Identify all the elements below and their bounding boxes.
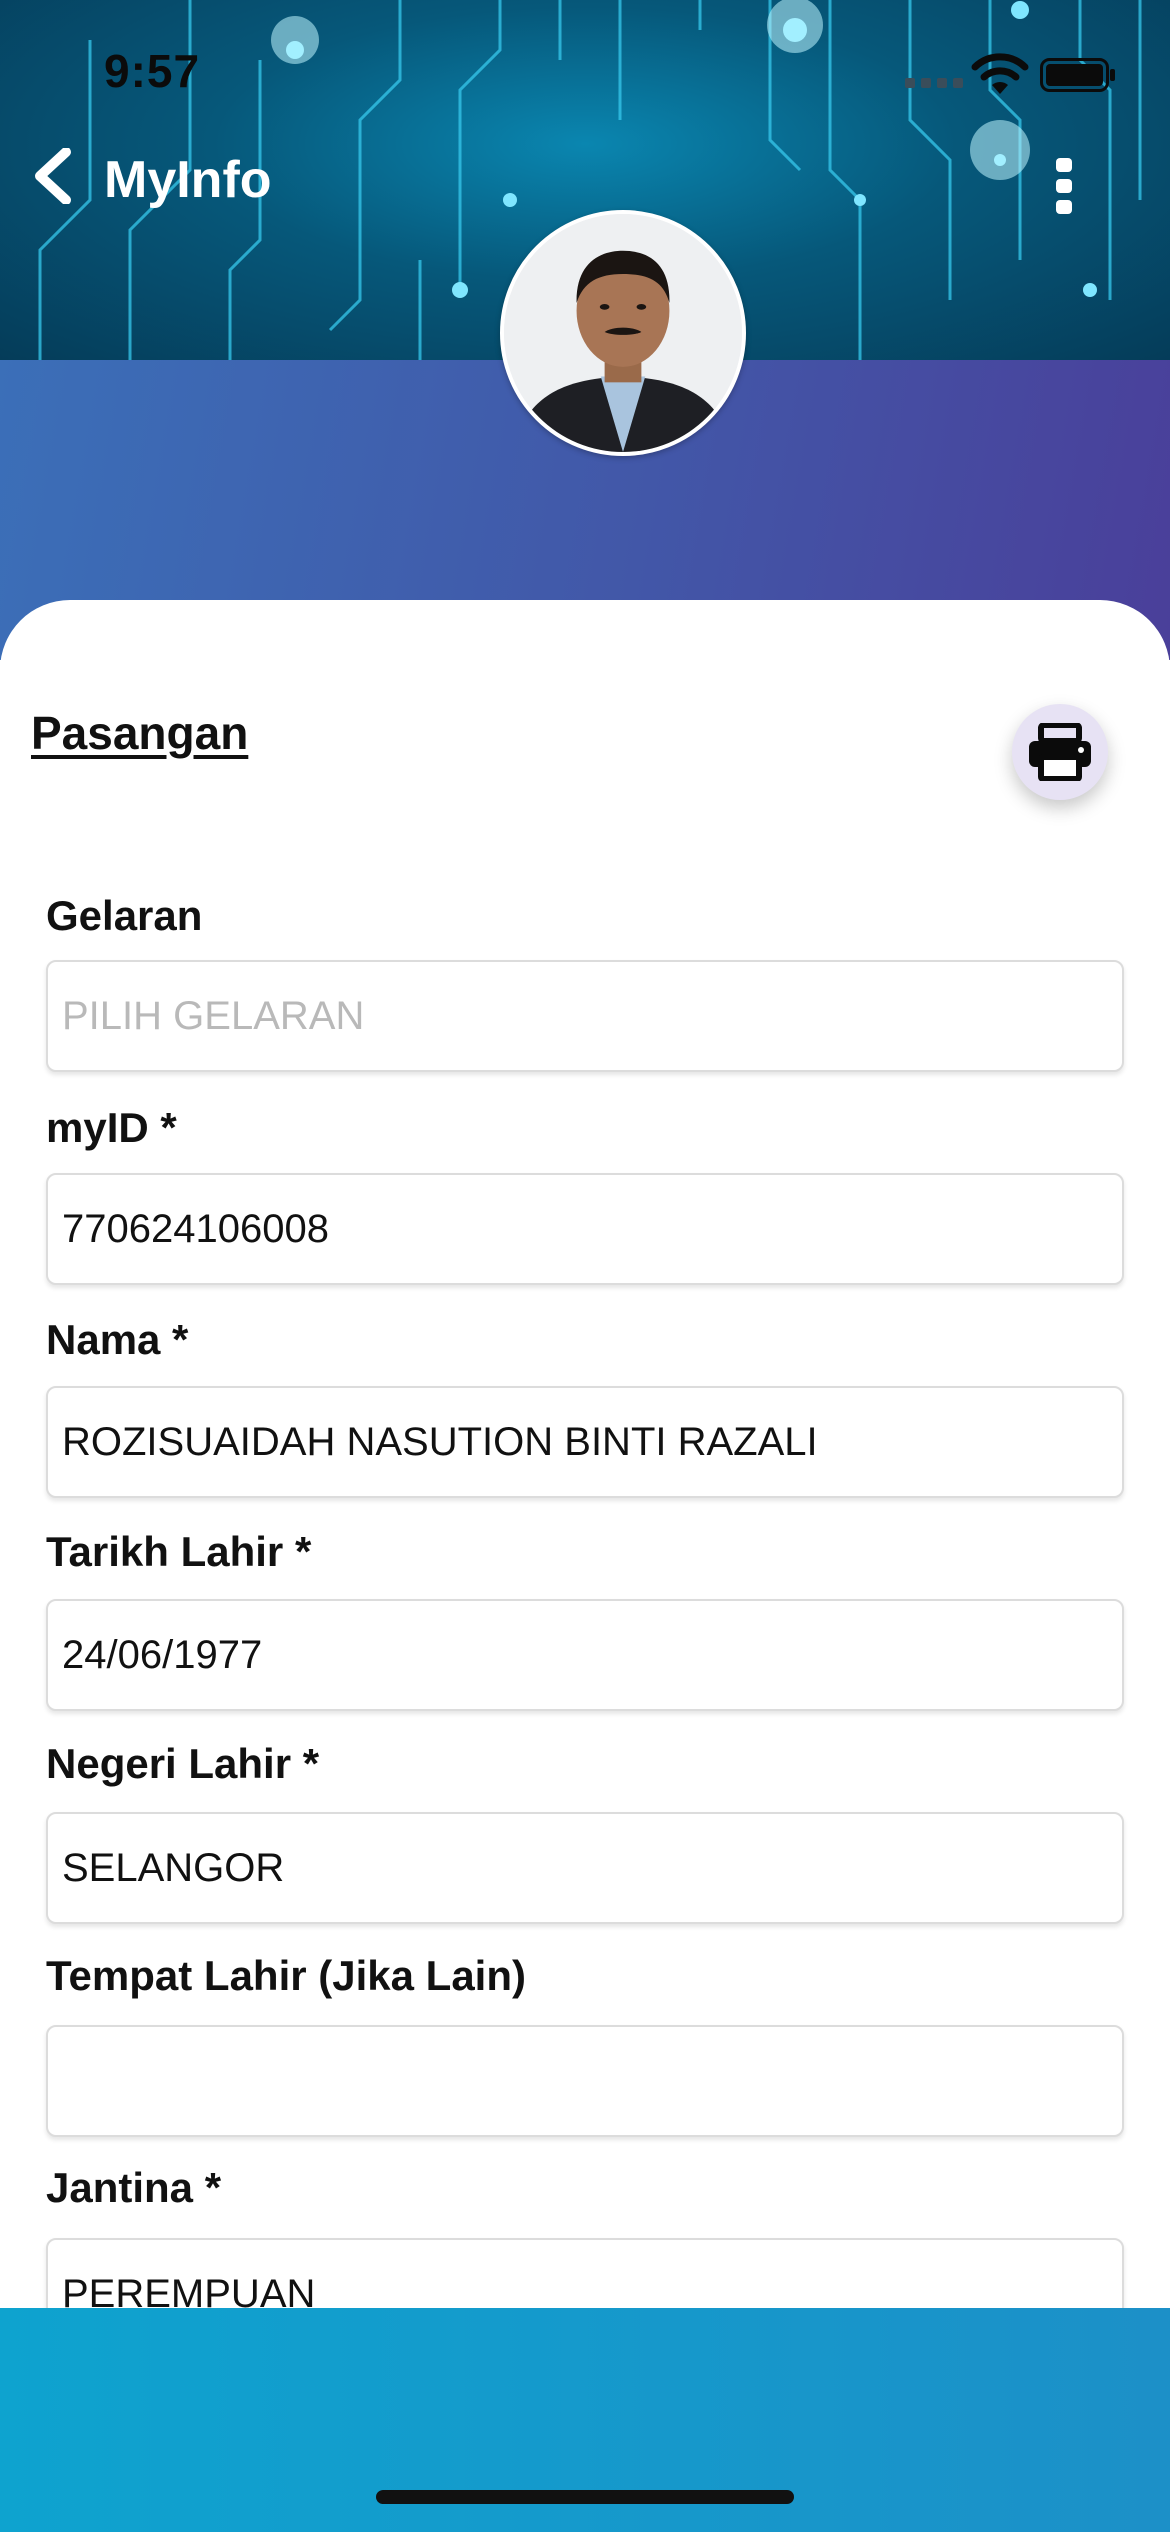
page-title: MyInfo — [104, 151, 272, 209]
tempat-lahir-label: Tempat Lahir (Jika Lain) — [46, 1952, 526, 1999]
home-indicator — [376, 2490, 794, 2504]
myid-field[interactable] — [46, 1173, 1124, 1285]
negeri-lahir-label: Negeri Lahir * — [46, 1740, 320, 1787]
print-button[interactable] — [1012, 704, 1108, 800]
negeri-lahir-field[interactable] — [46, 1812, 1124, 1924]
cellular-signal-icon — [905, 78, 963, 88]
chevron-left-icon[interactable] — [30, 148, 78, 204]
nama-field[interactable] — [46, 1386, 1124, 1498]
tarikh-lahir-field[interactable] — [46, 1599, 1124, 1711]
battery-icon — [1040, 58, 1115, 92]
jantina-label: Jantina * — [46, 2164, 222, 2211]
wifi-icon — [971, 53, 1029, 94]
gelaran-select[interactable] — [46, 960, 1124, 1072]
section-title: Pasangan — [31, 707, 249, 759]
more-vertical-icon[interactable] — [1044, 156, 1084, 216]
status-bar: 9:57 — [0, 0, 1170, 140]
printer-icon — [1029, 723, 1091, 781]
form-card: Pasangan Gelaran myID * Nama * Tarikh La… — [0, 600, 1170, 2350]
avatar — [500, 210, 746, 456]
tarikh-lahir-label: Tarikh Lahir * — [46, 1528, 312, 1575]
tempat-lahir-field[interactable] — [46, 2025, 1124, 2137]
profile-photo — [504, 214, 742, 452]
myid-label: myID * — [46, 1104, 177, 1151]
nama-label: Nama * — [46, 1316, 189, 1363]
gelaran-label: Gelaran — [46, 892, 203, 939]
status-time: 9:57 — [104, 45, 201, 97]
